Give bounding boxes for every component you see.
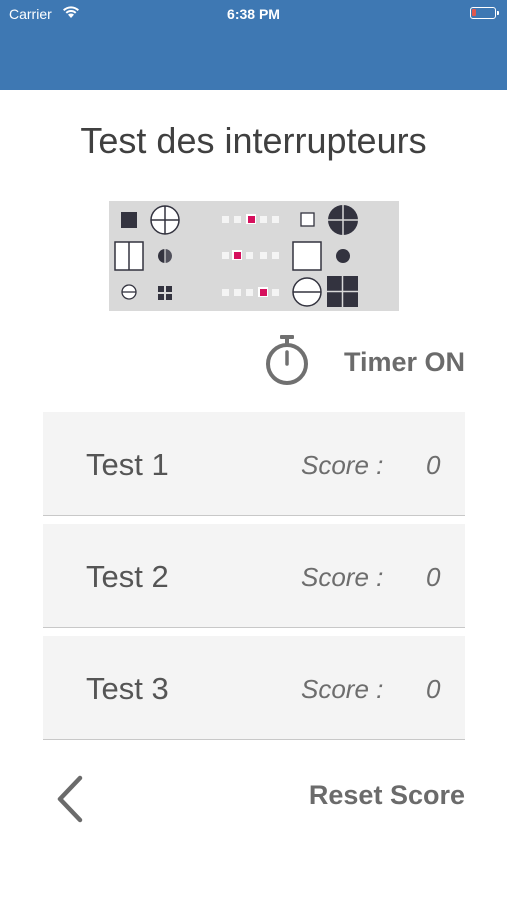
test-row-2[interactable]: Test 2 Score : 0 (43, 524, 465, 628)
score-value: 0 (426, 562, 441, 592)
timer-label: Timer ON (343, 347, 465, 377)
status-clock: 6:38 PM (227, 6, 280, 22)
stopwatch-icon (263, 334, 311, 393)
test-row-3[interactable]: Test 3 Score : 0 (43, 636, 465, 740)
reset-score-button[interactable]: Reset Score (309, 780, 465, 811)
score-value: 0 (426, 674, 441, 704)
score-label: Score : (301, 562, 384, 592)
test-row-1[interactable]: Test 1 Score : 0 (43, 412, 465, 516)
battery-icon (470, 7, 499, 19)
page-title: Test des interrupteurs (80, 120, 427, 161)
score-label: Score : (301, 674, 384, 704)
chevron-left-icon (52, 775, 88, 827)
status-bar: Carrier 6:38 PM (0, 0, 507, 28)
test-label: Test 1 (86, 447, 169, 482)
switch-test-illustration (109, 201, 399, 311)
app-header: Carrier 6:38 PM (0, 0, 507, 90)
score-value: 0 (426, 450, 441, 480)
test-label: Test 3 (86, 671, 169, 706)
timer-toggle[interactable]: Timer ON (263, 334, 465, 388)
test-label: Test 2 (86, 559, 169, 594)
score-label: Score : (301, 450, 384, 480)
back-button[interactable] (52, 775, 88, 828)
